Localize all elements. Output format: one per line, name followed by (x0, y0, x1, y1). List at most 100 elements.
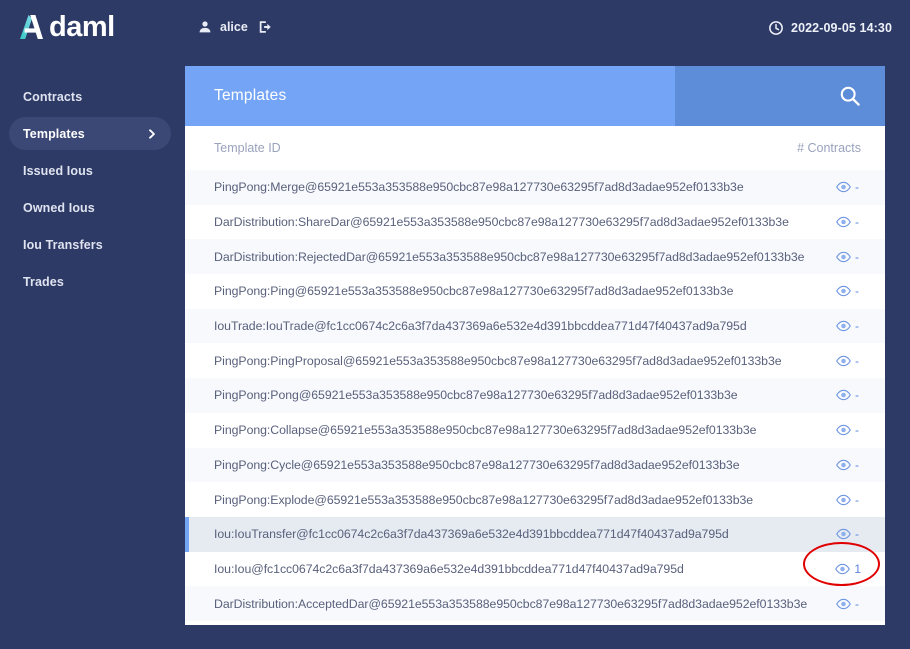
contracts-count: - (855, 388, 859, 403)
template-id-cell: PingPong:Pong@65921e553a353588e950cbc87e… (214, 388, 738, 403)
contracts-cell: - (753, 493, 885, 507)
contracts-count: - (855, 423, 859, 438)
eye-icon[interactable] (836, 181, 851, 193)
table-row-selected[interactable]: Iou:IouTransfer@fc1cc0674c2c6a3f7da43736… (185, 516, 885, 552)
template-id-cell: PingPong:Collapse@65921e553a353588e950cb… (214, 423, 757, 438)
logout-icon[interactable] (258, 20, 272, 34)
sidebar-nav: Contracts Templates Issued Ious Owned Io… (0, 80, 180, 300)
sidebar-item-label: Contracts (23, 89, 83, 104)
template-id-cell: DarDistribution:ShareDar@65921e553a35358… (214, 215, 789, 230)
contracts-count: - (855, 284, 859, 299)
templates-table: Template ID # Contracts PingPong:Merge@6… (185, 126, 885, 621)
sidebar-item-issued-ious[interactable]: Issued Ious (9, 154, 171, 187)
contracts-count: - (855, 215, 859, 230)
template-id-cell: PingPong:PingProposal@65921e553a353588e9… (214, 353, 782, 368)
contracts-cell: - (738, 388, 885, 402)
contracts-cell: - (744, 180, 885, 194)
template-id-cell: DarDistribution:AcceptedDar@65921e553a35… (214, 596, 808, 611)
sidebar-item-label: Owned Ious (23, 200, 95, 215)
contracts-count: - (855, 180, 859, 195)
contracts-count: 1 (854, 561, 861, 576)
clock-icon (769, 21, 783, 35)
template-id-cell: PingPong:Explode@65921e553a353588e950cbc… (214, 492, 754, 507)
contracts-cell: - (782, 354, 885, 368)
sidebar-item-owned-ious[interactable]: Owned Ious (9, 191, 171, 224)
sidebar-item-label: Templates (23, 126, 85, 141)
contracts-count: - (855, 527, 859, 542)
template-id-cell: IouTrade:IouTrade@fc1cc0674c2c6a3f7da437… (214, 319, 747, 334)
eye-icon[interactable] (836, 389, 851, 401)
sidebar-item-label: Trades (23, 274, 64, 289)
table-row[interactable]: PingPong:Collapse@65921e553a353588e950cb… (185, 412, 885, 448)
search-icon (840, 86, 860, 106)
person-icon (199, 21, 211, 33)
table-row[interactable]: PingPong:Ping@65921e553a353588e950cbc87e… (185, 274, 885, 309)
template-id-cell: PingPong:Merge@65921e553a353588e950cbc87… (214, 180, 744, 195)
table-header-row: Template ID # Contracts (185, 126, 885, 170)
eye-icon[interactable] (836, 459, 851, 471)
contracts-count: - (855, 249, 859, 264)
daml-a-logo-icon (20, 15, 43, 39)
sidebar-item-label: Issued Ious (23, 163, 93, 178)
brand-logo[interactable]: daml (18, 12, 115, 42)
templates-panel: Templates Template ID # Contracts PingPo… (185, 66, 885, 625)
eye-icon[interactable] (835, 563, 851, 575)
contracts-count: - (855, 596, 859, 611)
eye-icon[interactable] (836, 494, 851, 506)
sidebar-item-trades[interactable]: Trades (9, 265, 171, 298)
table-row[interactable]: DarDistribution:ShareDar@65921e553a35358… (185, 204, 885, 240)
contracts-cell: - (804, 250, 885, 264)
contracts-count: - (855, 457, 859, 472)
table-row[interactable]: PingPong:Explode@65921e553a353588e950cbc… (185, 482, 885, 517)
contracts-count: - (855, 492, 859, 507)
contracts-cell: - (807, 597, 885, 611)
table-row[interactable]: PingPong:PingProposal@65921e553a353588e9… (185, 343, 885, 379)
table-row[interactable]: IouTrade:IouTrade@fc1cc0674c2c6a3f7da437… (185, 308, 885, 344)
sidebar-item-contracts[interactable]: Contracts (9, 80, 171, 113)
clock-display: 2022-09-05 14:30 (769, 21, 892, 35)
eye-icon[interactable] (836, 320, 851, 332)
contracts-cell: - (735, 527, 885, 541)
eye-icon[interactable] (836, 251, 851, 263)
template-id-cell: DarDistribution:RejectedDar@65921e553a35… (214, 249, 805, 264)
contracts-cell: - (735, 284, 885, 298)
template-id-cell: PingPong:Cycle@65921e553a353588e950cbc87… (214, 457, 740, 472)
top-bar: daml alice 2022-09-05 14:30 (0, 0, 910, 57)
contracts-cell: - (756, 423, 885, 437)
search-button[interactable] (675, 66, 885, 126)
panel-header: Templates (185, 66, 885, 126)
sidebar-item-label: Iou Transfers (23, 237, 103, 252)
eye-icon[interactable] (836, 424, 851, 436)
sidebar-item-templates[interactable]: Templates (9, 117, 171, 150)
eye-icon[interactable] (836, 285, 851, 297)
contracts-cell: - (747, 319, 885, 333)
user-name-label: alice (220, 20, 248, 34)
chevron-right-icon (149, 129, 155, 138)
template-id-cell: Iou:Iou@fc1cc0674c2c6a3f7da437369a6e532e… (214, 561, 684, 576)
brand-logo-text: daml (49, 11, 115, 43)
contracts-cell: - (740, 458, 886, 472)
table-row[interactable]: DarDistribution:RejectedDar@65921e553a35… (185, 239, 885, 275)
eye-icon[interactable] (836, 216, 851, 228)
contracts-cell: 1 (735, 562, 885, 576)
app-root: daml alice 2022-09-05 14:30 Contracts Te… (0, 0, 910, 649)
page-title: Templates (214, 87, 287, 104)
column-header-contracts: # Contracts (797, 141, 861, 155)
eye-icon[interactable] (836, 598, 851, 610)
contracts-count: - (855, 353, 859, 368)
table-row[interactable]: PingPong:Pong@65921e553a353588e950cbc87e… (185, 378, 885, 413)
template-id-cell: PingPong:Ping@65921e553a353588e950cbc87e… (214, 284, 734, 299)
sidebar-item-iou-transfers[interactable]: Iou Transfers (9, 228, 171, 261)
table-row[interactable]: PingPong:Merge@65921e553a353588e950cbc87… (185, 170, 885, 205)
timestamp-label: 2022-09-05 14:30 (791, 21, 892, 35)
table-row[interactable]: PingPong:Cycle@65921e553a353588e950cbc87… (185, 447, 886, 483)
contracts-count: - (855, 319, 859, 334)
table-row-annotated[interactable]: Iou:Iou@fc1cc0674c2c6a3f7da437369a6e532e… (185, 551, 885, 587)
template-id-cell: Iou:IouTransfer@fc1cc0674c2c6a3f7da43736… (214, 527, 729, 542)
user-menu[interactable]: alice (198, 20, 272, 34)
eye-icon[interactable] (836, 528, 851, 540)
column-header-template-id: Template ID (214, 141, 281, 155)
table-row[interactable]: DarDistribution:AcceptedDar@65921e553a35… (185, 586, 885, 621)
eye-icon[interactable] (836, 355, 851, 367)
contracts-cell: - (789, 215, 885, 229)
